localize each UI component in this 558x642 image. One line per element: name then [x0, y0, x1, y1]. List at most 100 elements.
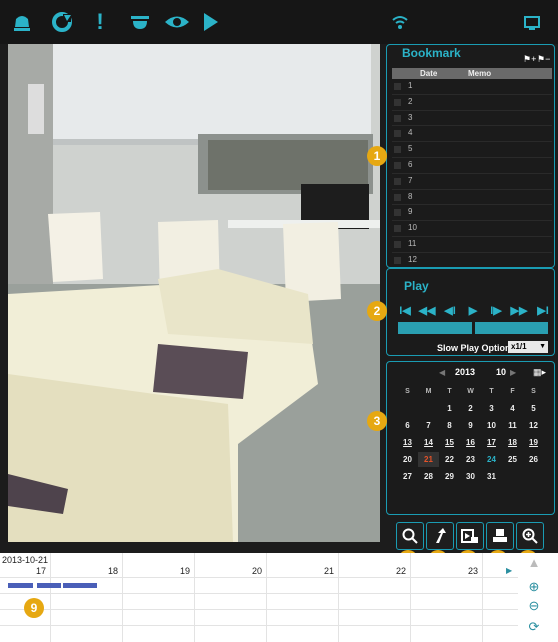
calendar-day[interactable]: 19: [523, 435, 544, 450]
calendar-day[interactable]: 10: [481, 418, 502, 433]
bookmark-row-number: 7: [408, 175, 413, 185]
recording-segment[interactable]: [8, 583, 33, 588]
calendar-day[interactable]: 18: [502, 435, 523, 450]
calendar-day[interactable]: 24: [481, 452, 502, 467]
calendar-day[interactable]: 7: [418, 418, 439, 433]
bookmark-row-checkbox[interactable]: [394, 130, 401, 138]
calendar-day[interactable]: 12: [523, 418, 544, 433]
bookmark-row[interactable]: 9: [392, 205, 552, 222]
recording-segment[interactable]: [63, 583, 97, 588]
alert-icon[interactable]: !: [88, 10, 112, 34]
bookmark-row[interactable]: 11: [392, 237, 552, 253]
calendar-day[interactable]: 6: [397, 418, 418, 433]
calendar-day[interactable]: 22: [439, 452, 460, 467]
calendar-day[interactable]: 29: [439, 469, 460, 484]
reset-icon[interactable]: ⟳: [526, 619, 542, 635]
bookmark-row-checkbox[interactable]: [394, 177, 401, 185]
bookmark-row-checkbox[interactable]: [394, 98, 401, 106]
bookmark-row-checkbox[interactable]: [394, 256, 401, 264]
bookmark-row-checkbox[interactable]: [394, 240, 401, 248]
play-icon[interactable]: [198, 10, 222, 34]
bookmark-row[interactable]: 10: [392, 221, 552, 237]
zoom-in-icon[interactable]: ⊕: [526, 579, 542, 595]
column-date: Date: [420, 69, 438, 78]
dome-camera-icon[interactable]: [128, 10, 152, 34]
calendar-day[interactable]: 30: [460, 469, 481, 484]
bookmark-row-checkbox[interactable]: [394, 146, 401, 154]
bookmark-row[interactable]: 4: [392, 126, 552, 143]
calendar-day[interactable]: 14: [418, 435, 439, 450]
bookmark-row[interactable]: 2: [392, 95, 552, 111]
bookmark-row-number: 3: [408, 112, 413, 122]
go-to-start-button[interactable]: I◀: [396, 304, 414, 318]
timeline-next-arrow-icon[interactable]: ▶: [506, 566, 512, 575]
speed-slider[interactable]: [398, 321, 548, 335]
add-bookmark-icon[interactable]: ⚑+: [523, 54, 536, 65]
bookmark-row-number: 4: [408, 128, 413, 138]
play-button[interactable]: ▶: [464, 304, 482, 318]
calendar-day[interactable]: 15: [439, 435, 460, 450]
bookmark-row[interactable]: 7: [392, 174, 552, 190]
search-button[interactable]: [396, 522, 424, 550]
bookmark-row-checkbox[interactable]: [394, 193, 401, 201]
go-to-end-button[interactable]: ▶I: [534, 304, 552, 318]
bookmark-row-number: 1: [408, 81, 413, 90]
bell-icon[interactable]: [10, 10, 34, 34]
calendar-export-icon[interactable]: ▦▸: [533, 367, 546, 378]
bookmark-row[interactable]: 12: [392, 253, 552, 269]
slow-play-select[interactable]: x1/1 ▼: [508, 341, 548, 353]
calendar-day[interactable]: 3: [481, 401, 502, 416]
step-back-button[interactable]: ◀I: [441, 304, 459, 318]
eye-icon[interactable]: [164, 10, 189, 34]
bookmark-row-checkbox[interactable]: [394, 209, 401, 217]
calendar-day[interactable]: 23: [460, 452, 481, 467]
calendar-day[interactable]: 31: [481, 469, 502, 484]
bookmark-row[interactable]: 3: [392, 111, 552, 127]
prev-month-arrow-icon[interactable]: ◀: [439, 368, 445, 377]
calendar-day[interactable]: 20: [397, 452, 418, 467]
timeline-hour-label: 17: [36, 566, 47, 576]
calendar-day[interactable]: 1: [439, 401, 460, 416]
next-month-arrow-icon[interactable]: ▶: [510, 368, 516, 377]
scroll-up-icon[interactable]: ▲: [526, 555, 542, 571]
bookmark-row-checkbox[interactable]: [394, 161, 401, 169]
speed-slider-handle[interactable]: [472, 321, 475, 335]
print-button[interactable]: [486, 522, 514, 550]
calendar-day[interactable]: 27: [397, 469, 418, 484]
backup-button[interactable]: [426, 522, 454, 550]
screen-icon[interactable]: [520, 10, 544, 34]
calendar-day[interactable]: 9: [460, 418, 481, 433]
bookmark-row[interactable]: 6: [392, 158, 552, 174]
calendar-day[interactable]: 8: [439, 418, 460, 433]
step-forward-button[interactable]: I▶: [487, 304, 505, 318]
refresh-icon[interactable]: [50, 10, 74, 34]
calendar-day[interactable]: 28: [418, 469, 439, 484]
bookmark-row-checkbox[interactable]: [394, 114, 401, 122]
calendar-empty: [502, 469, 523, 484]
camera-video-view[interactable]: [8, 44, 380, 542]
calendar-day[interactable]: 21: [418, 452, 439, 467]
calendar-day[interactable]: 25: [502, 452, 523, 467]
calendar-day[interactable]: 26: [523, 452, 544, 467]
export-clip-button[interactable]: [456, 522, 484, 550]
recording-segment[interactable]: [37, 583, 61, 588]
calendar-day[interactable]: 2: [460, 401, 481, 416]
calendar-day[interactable]: 17: [481, 435, 502, 450]
rewind-button[interactable]: ◀◀: [418, 304, 436, 318]
calendar-day[interactable]: 5: [523, 401, 544, 416]
bookmark-row-number: 8: [408, 191, 413, 201]
fast-forward-button[interactable]: ▶▶: [510, 304, 528, 318]
calendar-day[interactable]: 11: [502, 418, 523, 433]
bookmark-row-checkbox[interactable]: [394, 225, 401, 233]
calendar-day[interactable]: 13: [397, 435, 418, 450]
timeline-panel[interactable]: 17 18 19 20 21 22 23 2013-10-21 ▶ ▲ ⊕ ⊖ ⟳: [0, 553, 558, 642]
zoom-button[interactable]: [516, 522, 544, 550]
bookmark-row[interactable]: 1: [392, 79, 552, 95]
bookmark-row-checkbox[interactable]: [394, 83, 401, 90]
zoom-out-icon[interactable]: ⊖: [526, 598, 542, 614]
calendar-day[interactable]: 4: [502, 401, 523, 416]
bookmark-row[interactable]: 5: [392, 142, 552, 158]
calendar-day[interactable]: 16: [460, 435, 481, 450]
remove-bookmark-icon[interactable]: ⚑−: [537, 54, 550, 65]
bookmark-row[interactable]: 8: [392, 190, 552, 206]
